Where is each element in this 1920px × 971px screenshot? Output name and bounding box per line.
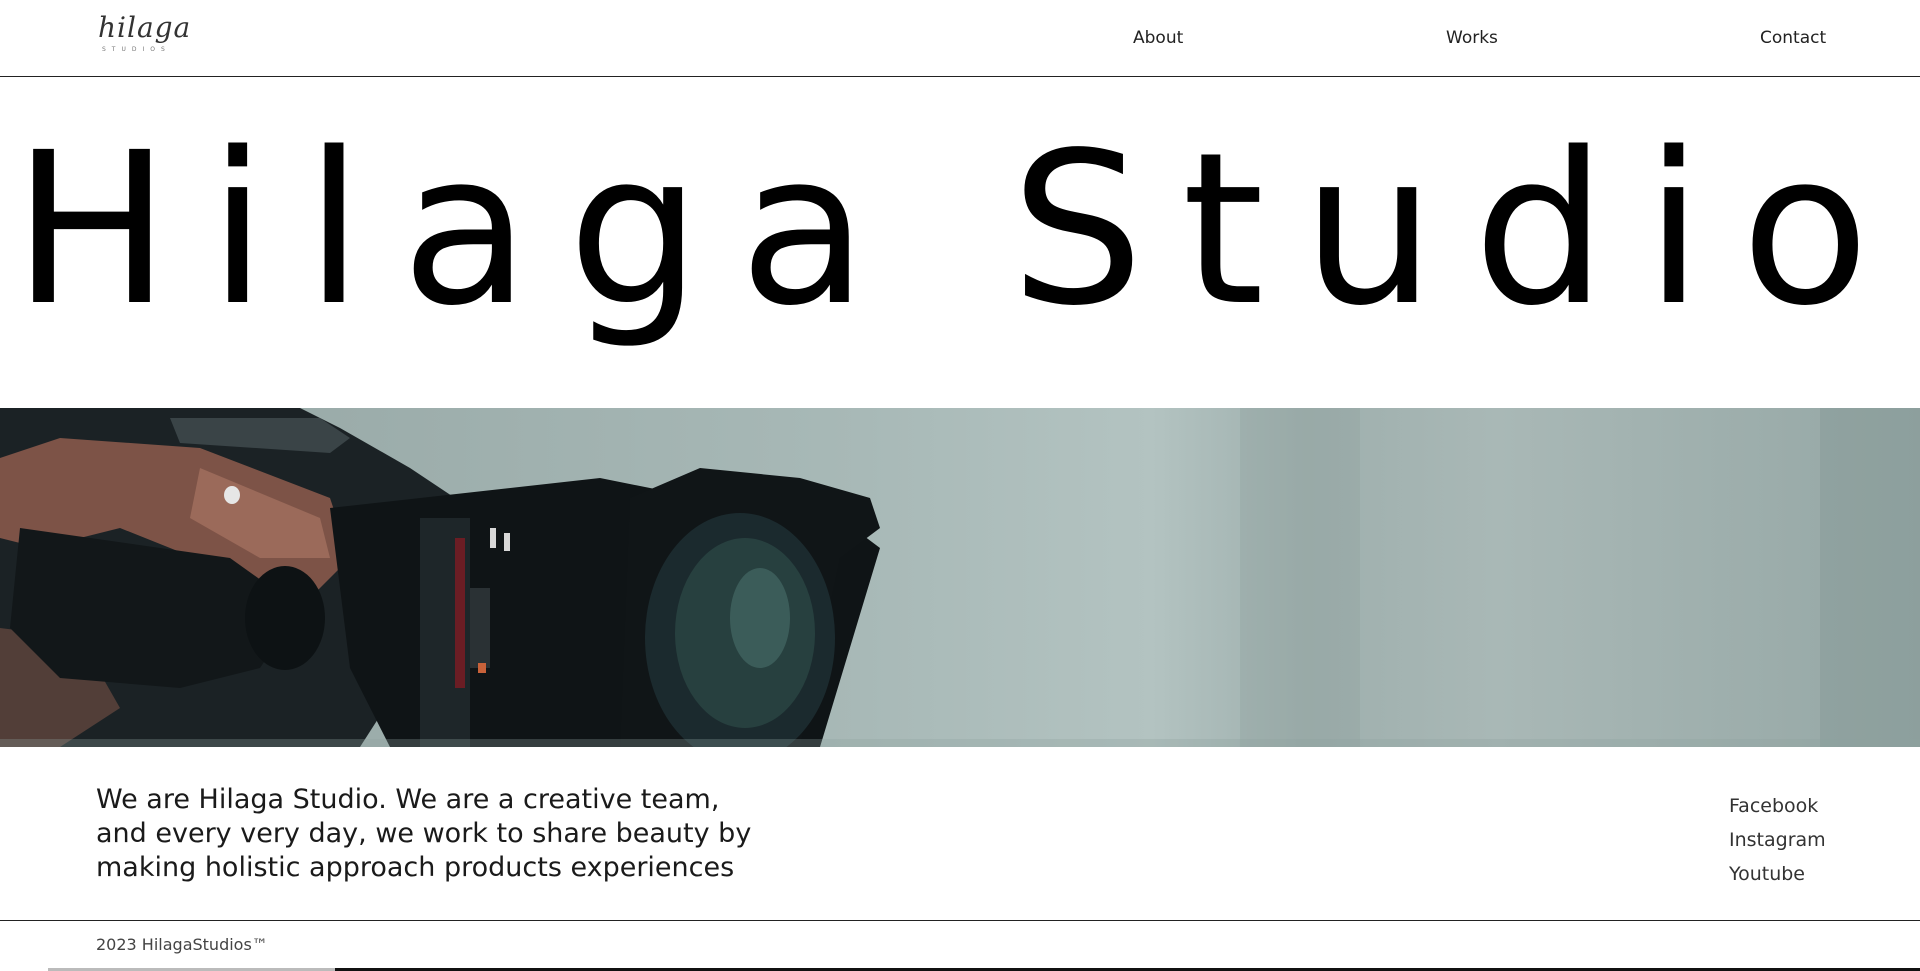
hero-title-text: Hilaga Studio (12, 107, 1908, 352)
logo[interactable]: hilaga STUDIOS (96, 12, 206, 58)
intro-line-1: We are Hilaga Studio. We are a creative … (96, 784, 720, 815)
nav-contact-link[interactable]: Contact (1760, 28, 1826, 48)
youtube-link[interactable]: Youtube (1729, 857, 1849, 891)
banner-image (0, 408, 1920, 747)
footer-divider (0, 920, 1920, 921)
site-header: hilaga STUDIOS About Works Contact (0, 0, 1920, 77)
copyright-text: 2023 HilagaStudios™ (96, 935, 268, 954)
social-links: Facebook Instagram Youtube (1729, 789, 1849, 891)
intro-line-3: making holistic approach products experi… (96, 852, 735, 883)
page: hilaga STUDIOS About Works Contact Hilag… (0, 0, 1920, 971)
hero-title: Hilaga Studio (0, 120, 1920, 340)
nav-works-link[interactable]: Works (1446, 28, 1498, 48)
nav-about-link[interactable]: About (1133, 28, 1183, 48)
instagram-link[interactable]: Instagram (1729, 823, 1849, 857)
camera-lens-photo (0, 408, 1920, 747)
logo-script: hilaga (98, 11, 192, 44)
logo-subtext: STUDIOS (102, 46, 171, 53)
intro-text: We are Hilaga Studio. We are a creative … (96, 783, 816, 885)
facebook-link[interactable]: Facebook (1729, 789, 1849, 823)
intro-line-2: and every very day, we work to share bea… (96, 818, 752, 849)
